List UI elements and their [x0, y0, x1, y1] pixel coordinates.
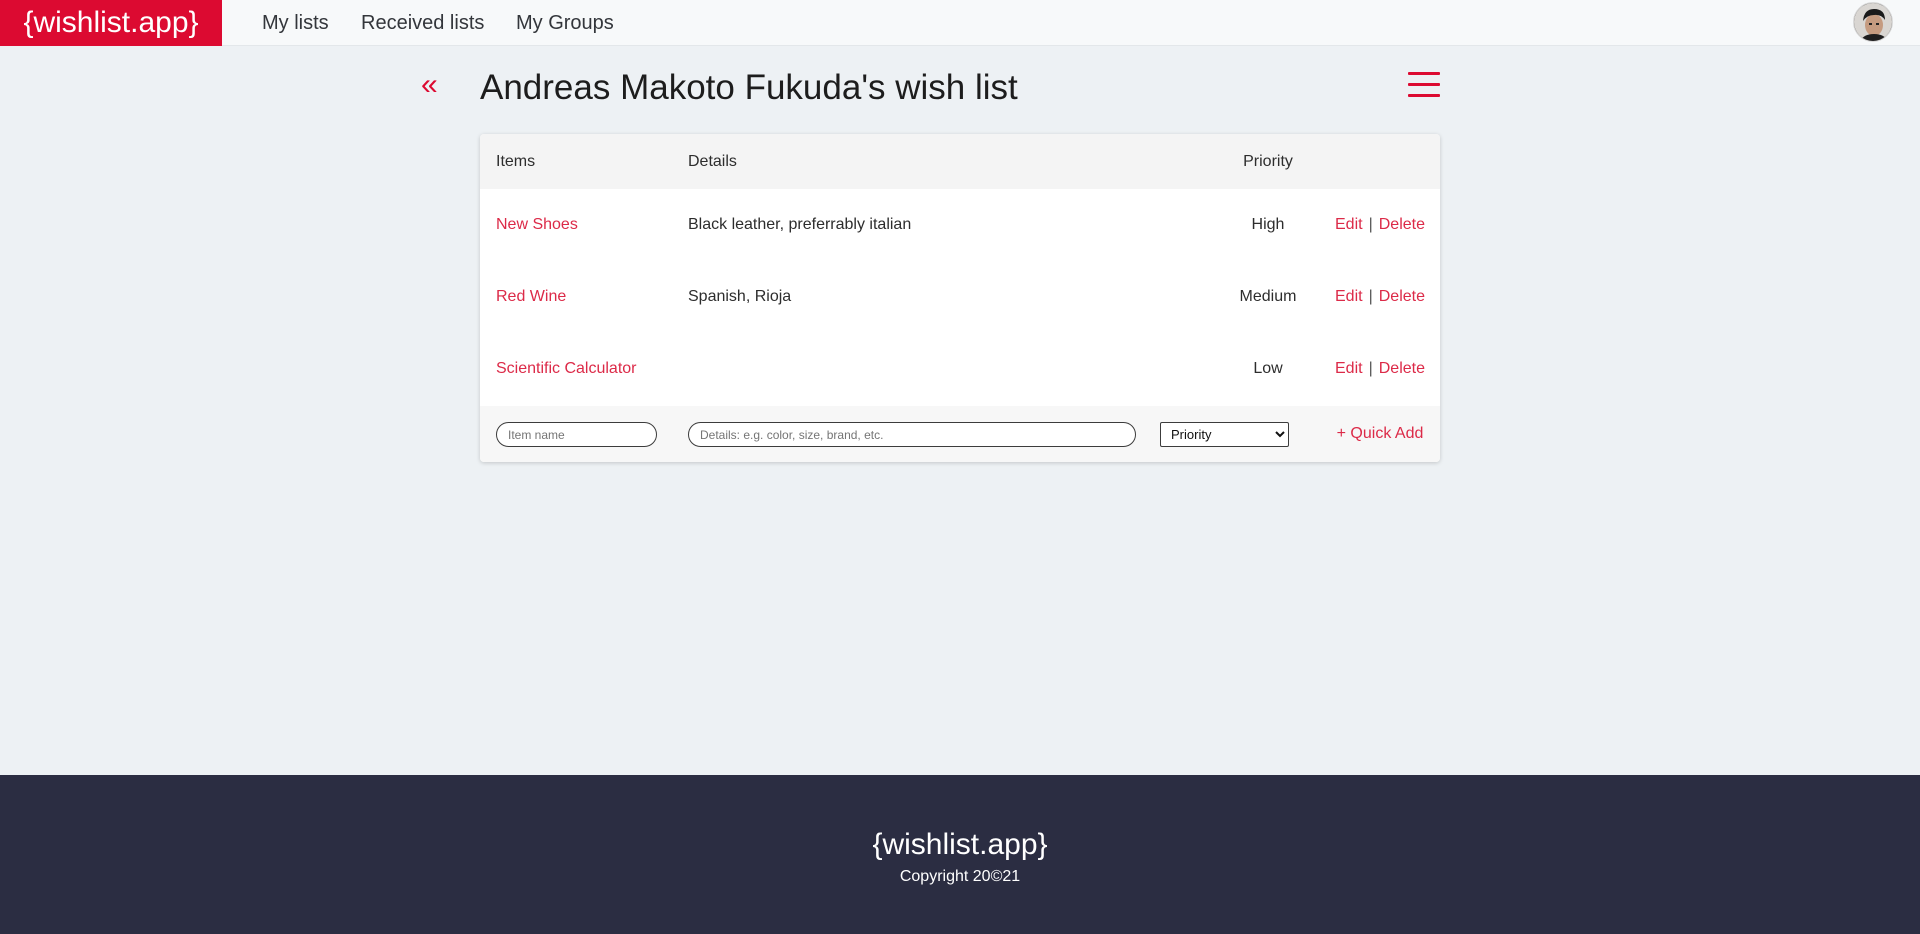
item-priority: Low: [1253, 360, 1283, 377]
column-header-details: Details: [688, 153, 737, 170]
table-row: Scientific Calculator Low Edit | Delete: [480, 333, 1440, 405]
delete-link[interactable]: Delete: [1379, 360, 1425, 377]
double-chevron-left-icon: «: [421, 68, 438, 101]
brand-logo[interactable]: {wishlist.app}: [0, 0, 222, 46]
top-navbar: {wishlist.app} My lists Received lists M…: [0, 0, 1920, 46]
nav-received-lists[interactable]: Received lists: [361, 0, 484, 46]
footer-brand: {wishlist.app}: [872, 828, 1048, 861]
item-name-link[interactable]: Scientific Calculator: [496, 333, 637, 405]
footer-copyright: Copyright 20©21: [899, 868, 1021, 885]
nav-my-groups[interactable]: My Groups: [516, 0, 614, 46]
action-separator: |: [1368, 360, 1373, 377]
wishlist-table-card: Items Details Priority New Shoes Black l…: [480, 134, 1440, 462]
priority-select[interactable]: Priority: [1160, 422, 1289, 447]
row-actions: Edit | Delete: [1320, 261, 1440, 333]
column-header-items: Items: [496, 153, 536, 170]
table-row: New Shoes Black leather, preferrably ita…: [480, 189, 1440, 261]
footer: {wishlist.app} Copyright 20©21: [0, 775, 1920, 934]
item-name-link[interactable]: New Shoes: [496, 189, 578, 261]
table-row: Red Wine Spanish, Rioja Medium Edit | Dele…: [480, 261, 1440, 333]
nav-my-lists[interactable]: My lists: [262, 0, 329, 46]
page-title: Andreas Makoto Fukuda's wish list: [480, 68, 1018, 107]
edit-link[interactable]: Edit: [1335, 288, 1363, 305]
item-priority: High: [1251, 216, 1285, 233]
delete-link[interactable]: Delete: [1379, 216, 1425, 233]
delete-link[interactable]: Delete: [1379, 288, 1425, 305]
back-button[interactable]: «: [421, 68, 447, 102]
quick-add-button[interactable]: + Quick Add: [1320, 406, 1440, 462]
action-separator: |: [1368, 216, 1373, 233]
edit-link[interactable]: Edit: [1335, 216, 1363, 233]
user-avatar[interactable]: [1853, 2, 1893, 42]
quick-add-row: Priority + Quick Add: [480, 406, 1440, 462]
edit-link[interactable]: Edit: [1335, 360, 1363, 377]
item-priority: Medium: [1239, 288, 1297, 305]
item-details-input[interactable]: [688, 422, 1136, 447]
item-name-input[interactable]: [496, 422, 657, 447]
item-details: Black leather, preferrably italian: [688, 216, 912, 233]
avatar-photo-icon: [1854, 3, 1892, 41]
table-header: Items Details Priority: [480, 134, 1440, 189]
item-details: Spanish, Rioja: [688, 288, 792, 305]
row-actions: Edit | Delete: [1320, 333, 1440, 405]
list-menu-button[interactable]: [1408, 72, 1440, 98]
action-separator: |: [1368, 288, 1373, 305]
row-actions: Edit | Delete: [1320, 189, 1440, 261]
column-header-priority: Priority: [1243, 153, 1293, 170]
item-name-link[interactable]: Red Wine: [496, 261, 566, 333]
